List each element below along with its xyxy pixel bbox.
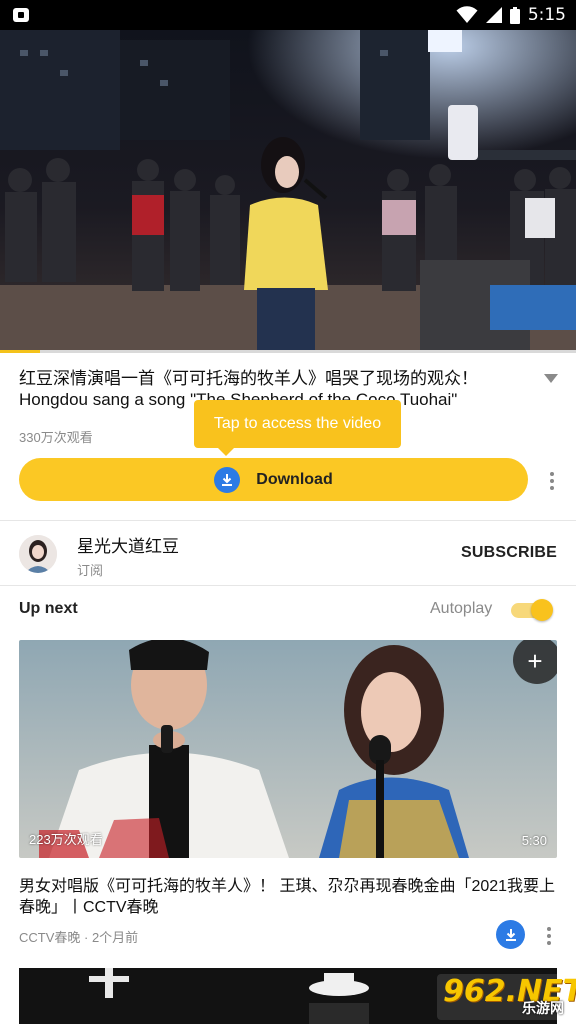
subscribe-button[interactable]: SUBSCRIBE bbox=[461, 544, 557, 562]
watermark-logo: 962.NET 乐游网 bbox=[437, 974, 576, 1020]
watermark-sub: 乐游网 bbox=[522, 1000, 564, 1016]
download-button-label: Download bbox=[256, 470, 333, 488]
status-bar: 5:15 bbox=[0, 0, 576, 30]
video-player[interactable] bbox=[0, 30, 576, 352]
channel-name[interactable]: 星光大道红豆 bbox=[77, 532, 179, 557]
divider bbox=[0, 585, 576, 586]
thumbnail-duration: 5:30 bbox=[521, 833, 547, 848]
tooltip-text: Tap to access the video bbox=[213, 415, 382, 432]
up-next-thumbnail[interactable]: + 223万次观看 5:30 bbox=[19, 640, 557, 858]
download-button[interactable]: Download bbox=[19, 458, 528, 501]
up-next-meta: CCTV春晚 · 2个月前 bbox=[19, 930, 139, 945]
download-tooltip: Tap to access the video bbox=[194, 400, 401, 456]
toggle-knob bbox=[531, 599, 553, 621]
expand-description-icon[interactable] bbox=[544, 374, 558, 383]
download-icon bbox=[214, 466, 241, 493]
tooltip-pointer bbox=[218, 448, 234, 456]
video-views: 330万次观看 bbox=[19, 430, 93, 445]
video-progress-bar[interactable] bbox=[0, 350, 576, 353]
channel-avatar[interactable] bbox=[19, 535, 57, 573]
status-time: 5:15 bbox=[527, 5, 566, 25]
wifi-icon bbox=[456, 6, 478, 23]
up-next-heading: Up next bbox=[19, 600, 78, 617]
add-to-playlist-icon[interactable]: + bbox=[513, 640, 557, 684]
up-next-download-icon[interactable] bbox=[496, 920, 525, 949]
video-progress-fill bbox=[0, 350, 41, 353]
signal-icon bbox=[485, 7, 502, 23]
battery-icon bbox=[509, 6, 520, 24]
more-options-icon[interactable] bbox=[550, 472, 554, 493]
divider bbox=[0, 520, 576, 521]
video-frame bbox=[0, 30, 576, 352]
notification-icon bbox=[13, 8, 29, 22]
up-next-more-options-icon[interactable] bbox=[547, 927, 551, 948]
up-next-title[interactable]: 男女对唱版《可可托海的牧羊人》！ 王琪、尕尕再现春晚金曲「2021我要上春晚」丨… bbox=[19, 876, 559, 918]
autoplay-toggle[interactable] bbox=[511, 599, 553, 621]
autoplay-label: Autoplay bbox=[430, 600, 493, 617]
thumbnail-views: 223万次观看 bbox=[29, 832, 103, 847]
thumbnail-image bbox=[19, 640, 557, 858]
channel-subscribe-status: 订阅 bbox=[77, 563, 104, 578]
